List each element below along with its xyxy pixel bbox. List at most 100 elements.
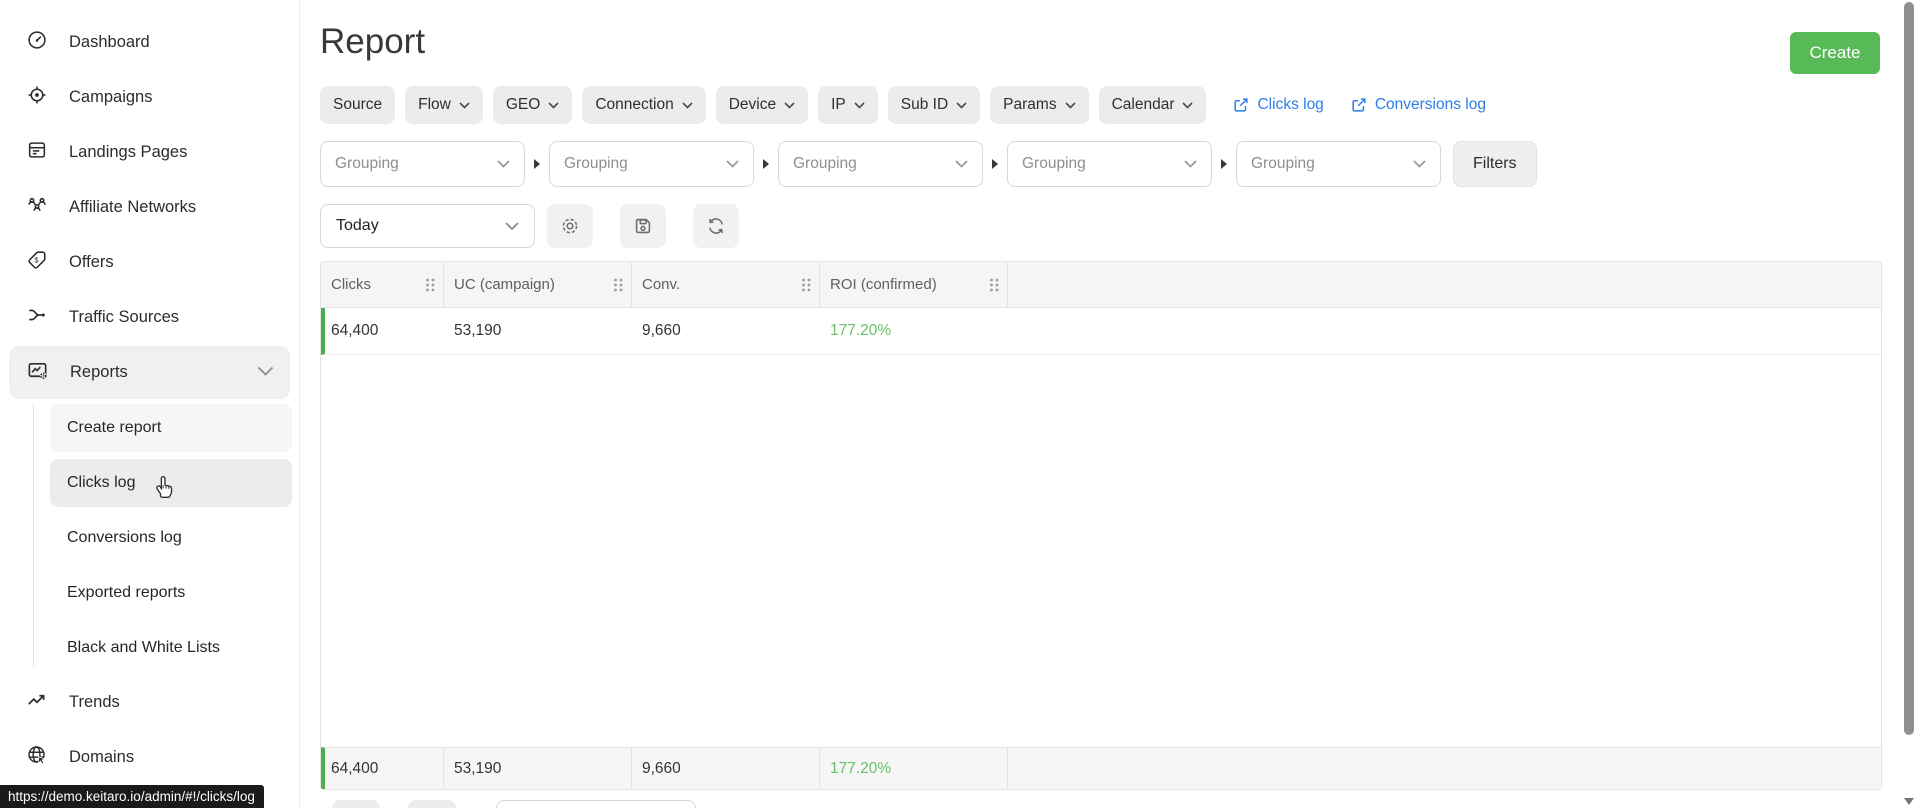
chevron-down-icon	[956, 101, 967, 109]
drag-handle-icon[interactable]	[987, 276, 1001, 294]
drag-handle-icon[interactable]	[799, 276, 813, 294]
date-range-select[interactable]: Today	[320, 204, 535, 248]
sidebar-item-label: Reports	[70, 363, 128, 381]
arrow-separator-icon	[1221, 159, 1227, 169]
create-button[interactable]: Create	[1790, 32, 1880, 74]
sidebar-item-dashboard[interactable]: Dashboard	[0, 15, 299, 70]
submenu-item-label: Conversions log	[67, 528, 182, 546]
grouping-select-1[interactable]: Grouping	[320, 141, 525, 187]
chip-label: Sub ID	[900, 96, 949, 113]
filter-chip-geo[interactable]: GEO	[492, 86, 573, 124]
pagination-button-prev[interactable]	[332, 800, 380, 808]
grouping-select-4[interactable]: Grouping	[1007, 141, 1212, 187]
sidebar-item-exported-reports[interactable]: Exported reports	[50, 569, 292, 617]
filter-chip-calendar[interactable]: Calendar	[1098, 86, 1207, 124]
pagination-bar	[332, 800, 696, 808]
cell-conversions: 9,660	[642, 322, 681, 339]
sidebar-item-trends[interactable]: Trends	[0, 675, 299, 730]
refresh-icon	[708, 218, 724, 234]
rows-per-page-select[interactable]	[496, 800, 696, 808]
chevron-down-icon	[726, 160, 739, 168]
chip-label: Flow	[418, 96, 451, 113]
filters-button[interactable]: Filters	[1453, 141, 1537, 187]
sidebar-item-label: Landings Pages	[69, 143, 188, 161]
column-header-roi-confirmed[interactable]: ROI (confirmed)	[820, 262, 1008, 307]
sidebar-item-campaigns[interactable]: Campaigns	[0, 70, 299, 125]
external-link-icon	[1352, 98, 1366, 112]
svg-text:$: $	[35, 255, 39, 264]
sidebar-item-offers[interactable]: $ Offers	[0, 235, 299, 290]
cell-uc-campaign: 53,190	[454, 322, 502, 339]
table-row[interactable]: 64,400 53,190 9,660 177.20%	[321, 308, 1881, 355]
page-title: Report	[320, 22, 426, 61]
chevron-down-icon	[854, 101, 865, 109]
scrollbar-down-arrow-icon[interactable]	[1904, 798, 1914, 805]
sidebar-item-black-white-lists[interactable]: Black and White Lists	[50, 624, 292, 672]
chevron-down-icon	[548, 101, 559, 109]
save-report-button[interactable]	[620, 204, 666, 248]
date-toolbar: Today	[320, 204, 739, 248]
filter-chip-sub-id[interactable]: Sub ID	[887, 86, 981, 124]
drag-handle-icon[interactable]	[423, 276, 437, 294]
sidebar-item-domains[interactable]: Domains	[0, 730, 299, 785]
filter-chip-flow[interactable]: Flow	[405, 86, 483, 124]
split-icon	[26, 304, 48, 331]
table-empty-area	[321, 355, 1881, 747]
sidebar-item-landings-pages[interactable]: Landings Pages	[0, 125, 299, 180]
submenu-row: Conversions log	[0, 510, 299, 565]
chevron-down-icon	[1184, 160, 1197, 168]
arrow-separator-icon	[763, 159, 769, 169]
grouping-placeholder: Grouping	[1022, 155, 1086, 172]
filter-chip-connection[interactable]: Connection	[582, 86, 706, 124]
sidebar-item-reports[interactable]: Reports	[9, 346, 290, 399]
submenu-row: Exported reports	[0, 565, 299, 620]
cell-clicks: 64,400	[331, 322, 379, 339]
link-label: Conversions log	[1374, 96, 1486, 113]
chevron-down-icon	[1065, 101, 1076, 109]
submenu-row: Black and White Lists	[0, 620, 299, 675]
refresh-button[interactable]	[693, 204, 739, 248]
column-header-uc-campaign[interactable]: UC (campaign)	[444, 262, 632, 307]
column-label: UC (campaign)	[454, 276, 555, 293]
filter-chip-device[interactable]: Device	[715, 86, 809, 124]
gear-icon	[562, 218, 578, 234]
table-header-row: Clicks UC (campaign) Conv. ROI (confirme…	[321, 262, 1881, 308]
column-header-conversions[interactable]: Conv.	[632, 262, 820, 307]
grouping-placeholder: Grouping	[1251, 155, 1315, 172]
submenu-row: Create report	[0, 400, 299, 455]
scrollbar-thumb[interactable]	[1904, 2, 1914, 735]
chevron-down-icon	[682, 101, 693, 109]
grouping-placeholder: Grouping	[793, 155, 857, 172]
drag-handle-icon[interactable]	[611, 276, 625, 294]
sidebar-item-create-report[interactable]: Create report	[50, 403, 292, 452]
sidebar-item-clicks-log[interactable]: Clicks log	[50, 458, 292, 507]
total-clicks: 64,400	[325, 748, 444, 789]
grouping-select-2[interactable]: Grouping	[549, 141, 754, 187]
filter-chip-params[interactable]: Params	[990, 86, 1089, 124]
chip-label: Params	[1003, 96, 1057, 113]
cell-roi-confirmed: 177.20%	[830, 322, 892, 339]
sidebar-item-conversions-log[interactable]: Conversions log	[50, 514, 292, 562]
conversions-log-link[interactable]: Conversions log	[1350, 96, 1486, 114]
report-settings-button[interactable]	[547, 204, 593, 248]
grouping-select-5[interactable]: Grouping	[1236, 141, 1441, 187]
column-header-clicks[interactable]: Clicks	[321, 262, 444, 307]
submenu-item-label: Black and White Lists	[67, 638, 220, 656]
total-uc-campaign: 53,190	[444, 748, 632, 789]
grouping-select-3[interactable]: Grouping	[778, 141, 983, 187]
filter-chip-ip[interactable]: IP	[818, 86, 878, 124]
grouping-placeholder: Grouping	[335, 155, 399, 172]
pagination-button-next[interactable]	[408, 800, 456, 808]
chevron-down-icon	[955, 160, 968, 168]
filter-chip-source[interactable]: Source	[320, 86, 396, 124]
target-icon	[26, 84, 48, 111]
submenu-item-label: Exported reports	[67, 583, 186, 601]
sidebar-item-label: Dashboard	[69, 33, 150, 51]
clicks-log-link[interactable]: Clicks log	[1232, 96, 1324, 114]
total-conversions: 9,660	[632, 748, 820, 789]
sidebar: Dashboard Campaigns Landings Pages Affil…	[0, 0, 300, 808]
sidebar-item-affiliate-networks[interactable]: Affiliate Networks	[0, 180, 299, 235]
chevron-down-icon	[784, 101, 795, 109]
arrow-separator-icon	[534, 159, 540, 169]
sidebar-item-traffic-sources[interactable]: Traffic Sources	[0, 290, 299, 345]
